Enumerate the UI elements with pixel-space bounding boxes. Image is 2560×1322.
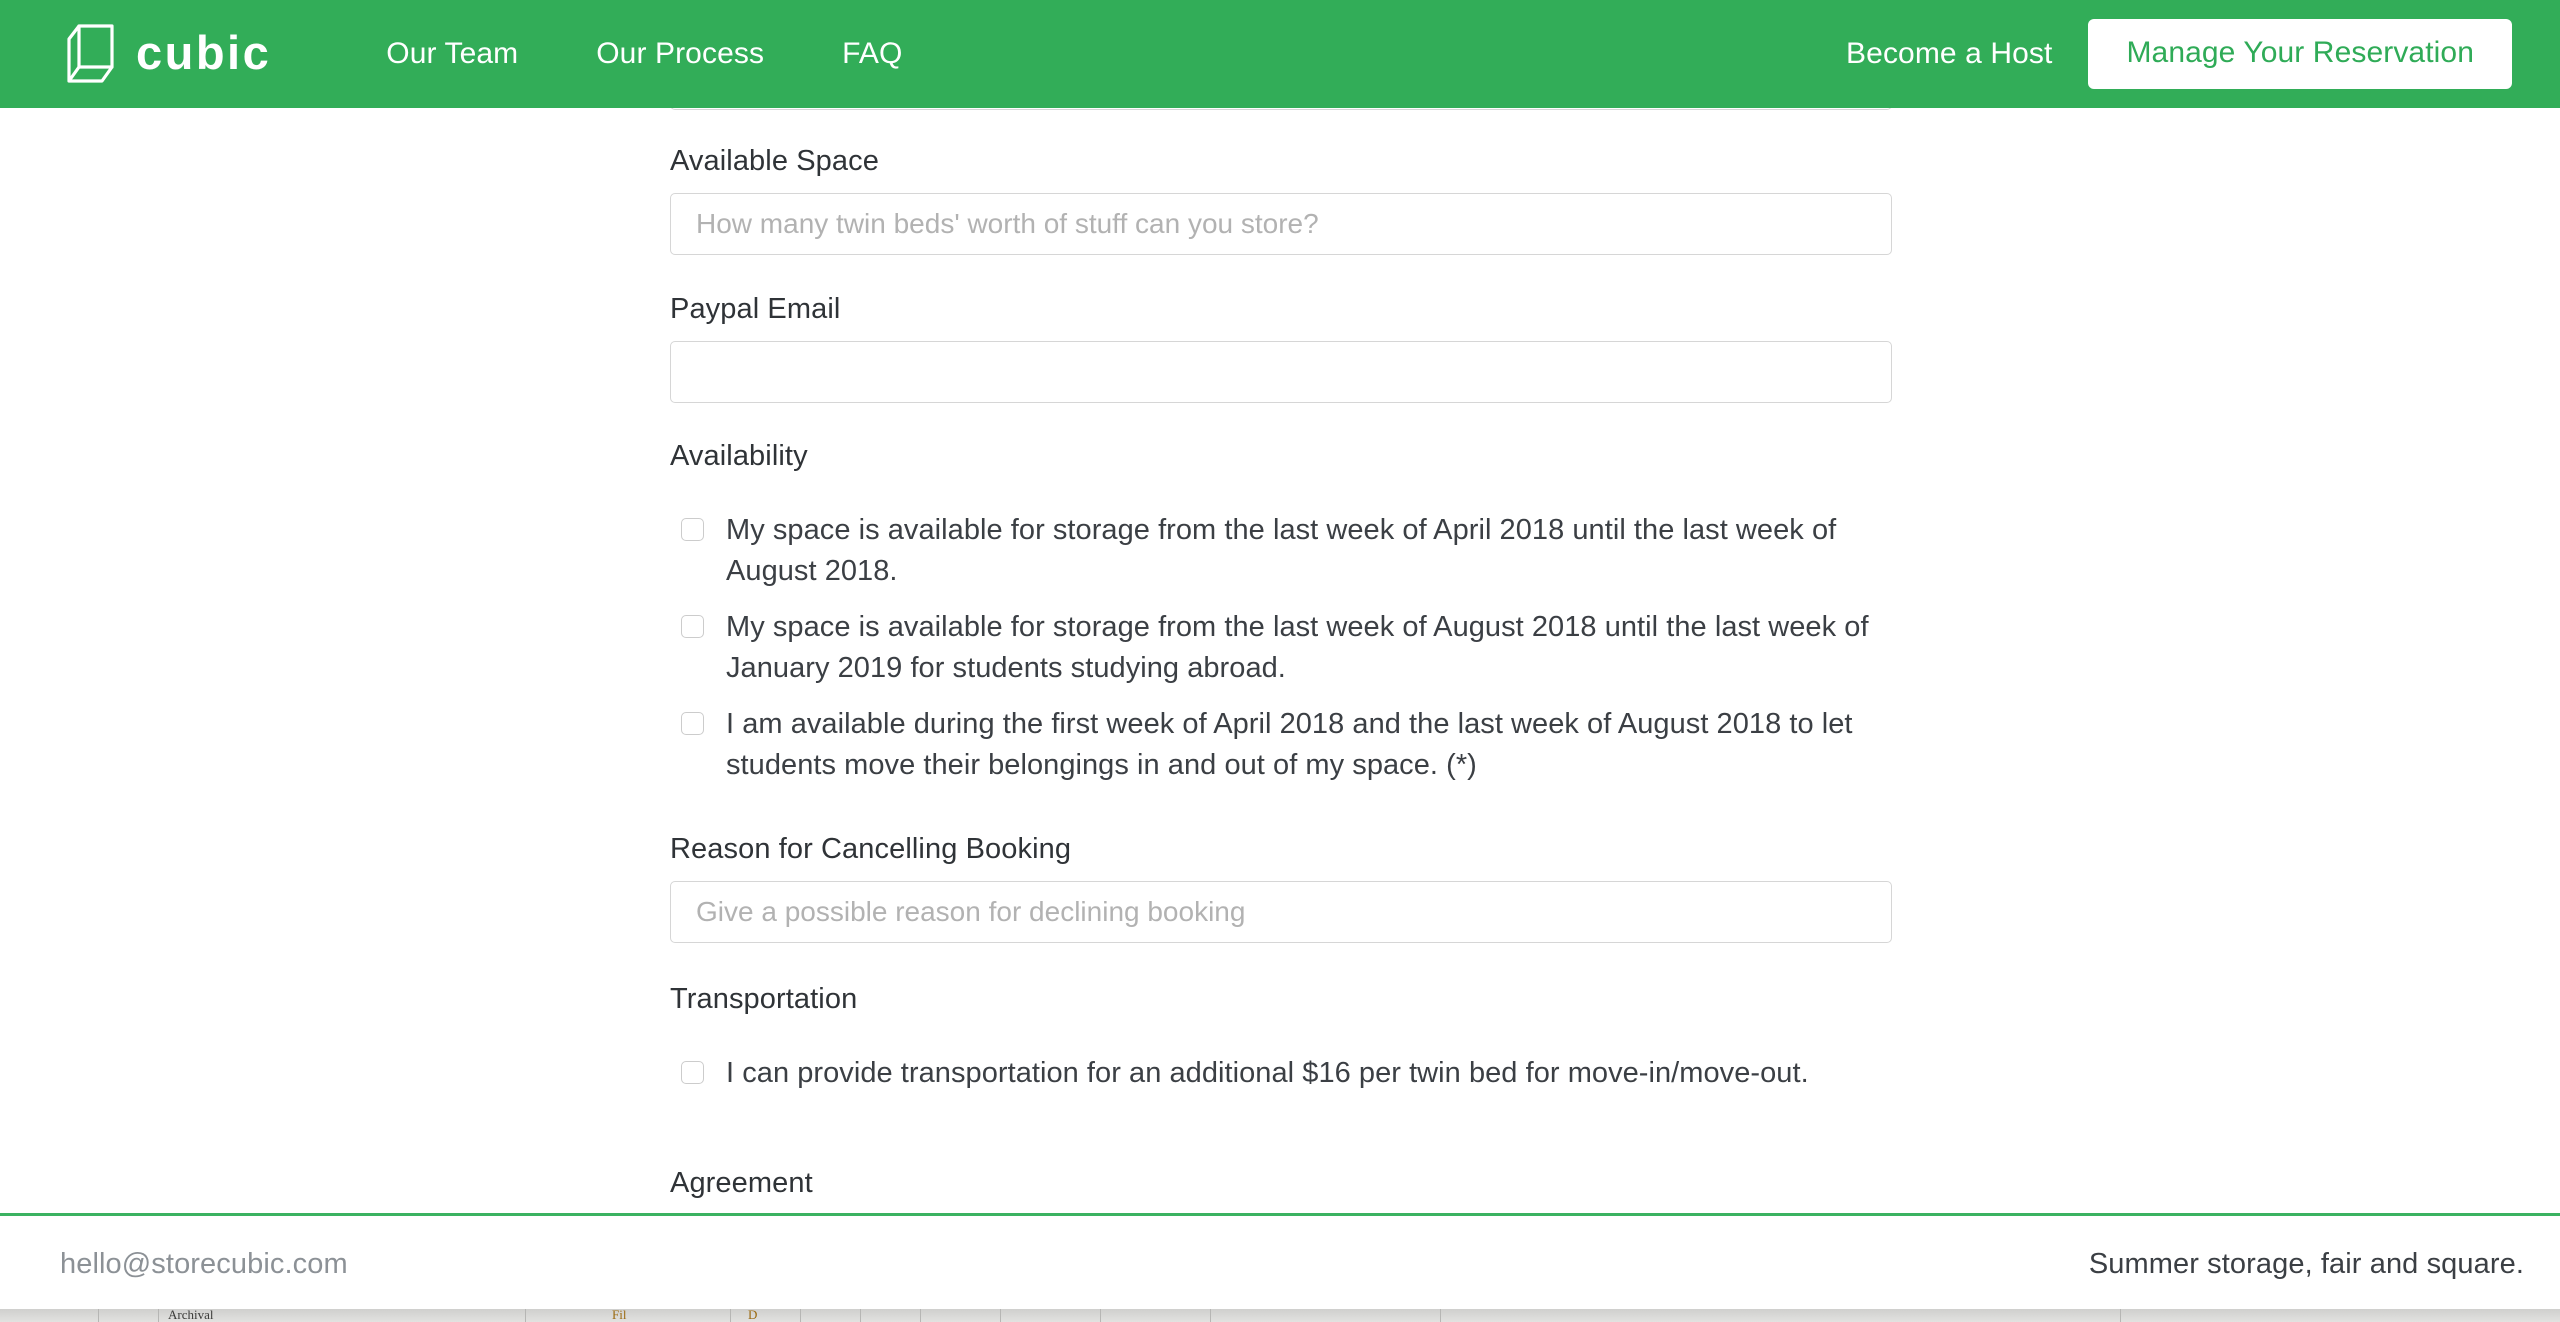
cancel-reason-label: Reason for Cancelling Booking	[670, 833, 1072, 865]
paypal-email-input[interactable]	[670, 341, 1892, 403]
peek-label-fil: Fil	[612, 1309, 627, 1322]
availability-option-3[interactable]: I am available during the first week of …	[670, 704, 1894, 786]
availability-option-3-text: I am available during the first week of …	[726, 708, 1853, 781]
availability-checkbox-3[interactable]	[681, 712, 704, 735]
peek-label-d: D	[748, 1309, 758, 1322]
transportation-option-1[interactable]: I can provide transportation for an addi…	[670, 1053, 1809, 1094]
paypal-email-label: Paypal Email	[670, 293, 841, 325]
nav-actions: Become a Host Manage Your Reservation	[1846, 19, 2512, 89]
background-desktop-peek: Archival Fil D	[0, 1309, 2560, 1322]
site-footer: hello@storecubic.com Summer storage, fai…	[0, 1213, 2560, 1309]
manage-your-reservation-button[interactable]: Manage Your Reservation	[2088, 19, 2512, 89]
agreement-label: Agreement	[670, 1167, 813, 1199]
transportation-option-1-text: I can provide transportation for an addi…	[726, 1057, 1809, 1089]
footer-email-link[interactable]: hello@storecubic.com	[60, 1248, 348, 1281]
cube-icon	[66, 23, 116, 85]
available-space-label: Available Space	[670, 145, 879, 177]
brand-wordmark: cubic	[136, 25, 272, 79]
available-space-input[interactable]	[670, 193, 1892, 255]
peek-label-archival: Archival	[168, 1309, 214, 1322]
footer-tagline: Summer storage, fair and square.	[2088, 1247, 2524, 1280]
become-a-host-link[interactable]: Become a Host	[1846, 37, 2052, 71]
browser-page: cubic Our Team Our Process FAQ Become a …	[0, 0, 2560, 1309]
site-navbar: cubic Our Team Our Process FAQ Become a …	[0, 0, 2560, 108]
paypal-email-field: Paypal Email	[670, 293, 1892, 403]
agreement-field: Agreement	[670, 1167, 813, 1200]
availability-option-1-text: My space is available for storage from t…	[726, 514, 1837, 587]
availability-label: Availability	[670, 440, 808, 472]
nav-link-faq[interactable]: FAQ	[803, 37, 941, 71]
availability-option-1[interactable]: My space is available for storage from t…	[670, 510, 1894, 592]
spreadsheet-strip	[0, 1309, 2560, 1322]
primary-nav: Our Team Our Process FAQ	[347, 37, 941, 71]
nav-link-our-team[interactable]: Our Team	[347, 37, 557, 71]
cancel-reason-field: Reason for Cancelling Booking	[670, 833, 1892, 943]
cancel-reason-input[interactable]	[670, 881, 1892, 943]
availability-field: Availability My space is available for s…	[670, 440, 1894, 801]
transportation-checkbox-1[interactable]	[681, 1061, 704, 1084]
nav-link-our-process[interactable]: Our Process	[557, 37, 803, 71]
available-space-field: Available Space	[670, 145, 1892, 255]
brand-logo[interactable]: cubic	[66, 23, 271, 85]
transportation-field: Transportation I can provide transportat…	[670, 983, 1809, 1109]
availability-checkbox-1[interactable]	[681, 518, 704, 541]
availability-option-2-text: My space is available for storage from t…	[726, 611, 1869, 684]
availability-checkbox-2[interactable]	[681, 615, 704, 638]
availability-option-2[interactable]: My space is available for storage from t…	[670, 607, 1894, 689]
transportation-label: Transportation	[670, 983, 858, 1015]
